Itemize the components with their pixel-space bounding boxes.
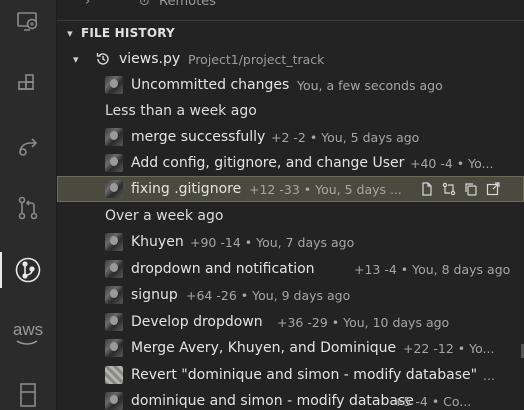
commit-message: Merge Avery, Khuyen, and Dominique — [131, 340, 397, 356]
remote-icon: ⊙ — [139, 0, 150, 9]
file-history-header[interactable]: ▾ FILE HISTORY — [57, 20, 524, 45]
commit-row[interactable]: Khuyen +90 -14 • You, 7 days ago — [57, 229, 524, 255]
file-path: Project1/project_track — [188, 51, 325, 67]
copy-icon[interactable] — [462, 180, 480, 198]
group-label: Over a week ago — [105, 208, 224, 224]
avatar — [105, 286, 123, 304]
chevron-right-icon: › — [85, 0, 91, 9]
remotes-tree-item[interactable]: › ⊙ Remotes — [57, 0, 524, 14]
commit-message: Uncommitted changes — [131, 77, 290, 93]
avatar — [105, 128, 123, 146]
gitlens-icon[interactable] — [0, 248, 56, 292]
file-tree-item[interactable]: ▾ views.py Project1/project_track — [57, 46, 524, 72]
commit-row[interactable]: dominique and simon - modify database +5… — [57, 388, 524, 410]
avatar — [105, 233, 123, 251]
commit-row-selected[interactable]: fixing .gitignore +12 -33 • You, 5 days … — [57, 176, 524, 202]
compare-changes-icon[interactable] — [440, 180, 458, 198]
commit-meta: ... — [483, 367, 495, 383]
commit-meta: +64 -26 • You, 9 days ago — [186, 287, 351, 303]
commit-meta: +2 -2 • You, 5 days ago — [271, 129, 420, 145]
group-label: Less than a week ago — [105, 103, 257, 119]
commit-message: Khuyen — [131, 234, 184, 250]
commit-message: dropdown and notification — [131, 261, 315, 277]
open-file-icon[interactable] — [418, 180, 436, 198]
live-share-icon[interactable] — [0, 124, 56, 168]
section-title: FILE HISTORY — [81, 26, 175, 40]
avatar — [105, 392, 123, 410]
avatar — [105, 76, 123, 94]
sidebar: › ⊙ Remotes ▾ FILE HISTORY ▾ views.py Pr… — [57, 0, 524, 410]
row-actions — [414, 180, 502, 198]
extensions-icon[interactable] — [0, 62, 56, 106]
commit-meta: You, a few seconds ago — [297, 77, 443, 93]
commit-message: Add config, gitignore, and change User — [131, 155, 405, 171]
aws-label: aws — [12, 320, 44, 339]
remotes-label: Remotes — [159, 0, 216, 9]
history-icon — [95, 51, 111, 71]
database-icon[interactable] — [0, 372, 56, 410]
commit-meta: +5 -4 • Co... — [393, 393, 472, 409]
aws-icon[interactable]: aws — [0, 310, 56, 354]
chevron-down-icon: ▾ — [73, 52, 79, 66]
commit-row[interactable]: dropdown and notification +13 -4 • You, … — [57, 256, 524, 282]
commit-meta: +22 -12 • Yo... — [403, 340, 495, 356]
group-header[interactable]: Over a week ago — [57, 203, 524, 229]
commit-row[interactable]: merge successfully +2 -2 • You, 5 days a… — [57, 124, 524, 150]
commit-message: fixing .gitignore — [131, 181, 242, 197]
avatar — [105, 154, 123, 172]
commit-row[interactable]: signup +64 -26 • You, 9 days ago — [57, 282, 524, 308]
commit-row[interactable]: Develop dropdown +36 -29 • You, 10 days … — [57, 309, 524, 335]
commit-message: Develop dropdown — [131, 314, 263, 330]
group-header[interactable]: Less than a week ago — [57, 98, 524, 124]
commit-message: dominique and simon - modify database — [131, 393, 414, 409]
avatar — [105, 339, 123, 357]
commit-meta: +36 -29 • You, 10 days ago — [277, 314, 450, 330]
chevron-down-icon: ▾ — [67, 26, 73, 40]
open-external-icon[interactable] — [484, 180, 502, 198]
commit-row[interactable]: Merge Avery, Khuyen, and Dominique +22 -… — [57, 335, 524, 361]
activity-bar: aws — [0, 0, 57, 410]
vscode-window: aws › ⊙ Remotes ▾ FILE HISTORY ▾ views.p… — [0, 0, 524, 410]
remote-explorer-icon[interactable] — [0, 0, 56, 44]
commit-meta: +90 -14 • You, 7 days ago — [190, 234, 355, 250]
avatar — [105, 260, 123, 278]
avatar — [105, 180, 123, 198]
avatar — [105, 313, 123, 331]
uncommitted-item[interactable]: Uncommitted changes You, a few seconds a… — [57, 72, 524, 98]
commit-row[interactable]: Revert "dominique and simon - modify dat… — [57, 362, 524, 388]
commit-message: Revert "dominique and simon - modify dat… — [131, 367, 478, 383]
commit-meta: +12 -33 • You, 5 days ... — [249, 181, 402, 197]
commit-meta: +40 -4 • Yo... — [410, 155, 494, 171]
source-control-icon[interactable] — [0, 186, 56, 230]
commit-message: signup — [131, 287, 178, 303]
file-name: views.py — [119, 51, 181, 67]
avatar — [105, 366, 123, 384]
commit-message: merge successfully — [131, 129, 266, 145]
commit-meta: +13 -4 • You, 8 days ago — [354, 261, 511, 277]
commit-row[interactable]: Add config, gitignore, and change User +… — [57, 150, 524, 176]
